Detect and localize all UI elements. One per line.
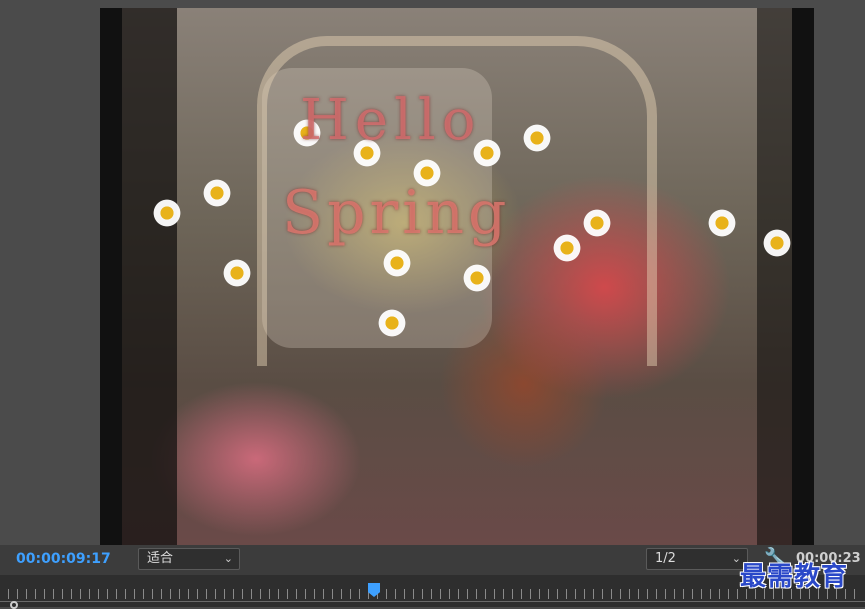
ruler-baseline [0, 601, 865, 602]
daisy-flower [762, 228, 792, 258]
daisy-flower [222, 258, 252, 288]
daisy-flower [202, 178, 232, 208]
watermark-logo: 最需教育 [740, 562, 849, 592]
image-shadow-left [122, 8, 177, 545]
daisy-flower [552, 233, 582, 263]
timeline-ruler[interactable] [0, 575, 865, 609]
playback-resolution-dropdown[interactable]: 1/2 ⌄ [646, 548, 748, 570]
daisy-flower [382, 248, 412, 278]
overlay-text-hello: Hello [300, 88, 482, 153]
daisy-flower [582, 208, 612, 238]
daisy-flower [462, 263, 492, 293]
daisy-flower [377, 308, 407, 338]
timeline-start-handle[interactable] [10, 601, 18, 609]
zoom-fit-dropdown[interactable]: 适合 ⌄ [138, 548, 240, 570]
video-frame[interactable]: Hello Spring [100, 8, 814, 545]
zoom-fit-value: 适合 [147, 551, 174, 566]
daisy-flower [152, 198, 182, 228]
playback-resolution-value: 1/2 [655, 551, 676, 566]
ruler-ticks [8, 589, 858, 599]
current-timecode[interactable]: 00:00:09:17 [16, 551, 111, 567]
monitor-controls-bar: 00:00:09:17 适合 ⌄ 1/2 ⌄ 🔧 00:00:23 [0, 545, 865, 575]
program-monitor: Hello Spring [0, 0, 865, 545]
chevron-down-icon: ⌄ [223, 552, 233, 565]
image-shadow-right [757, 8, 792, 545]
daisy-flower [707, 208, 737, 238]
daisy-flower [522, 123, 552, 153]
video-preview-image: Hello Spring [122, 8, 792, 545]
overlay-text-spring: Spring [282, 178, 511, 248]
